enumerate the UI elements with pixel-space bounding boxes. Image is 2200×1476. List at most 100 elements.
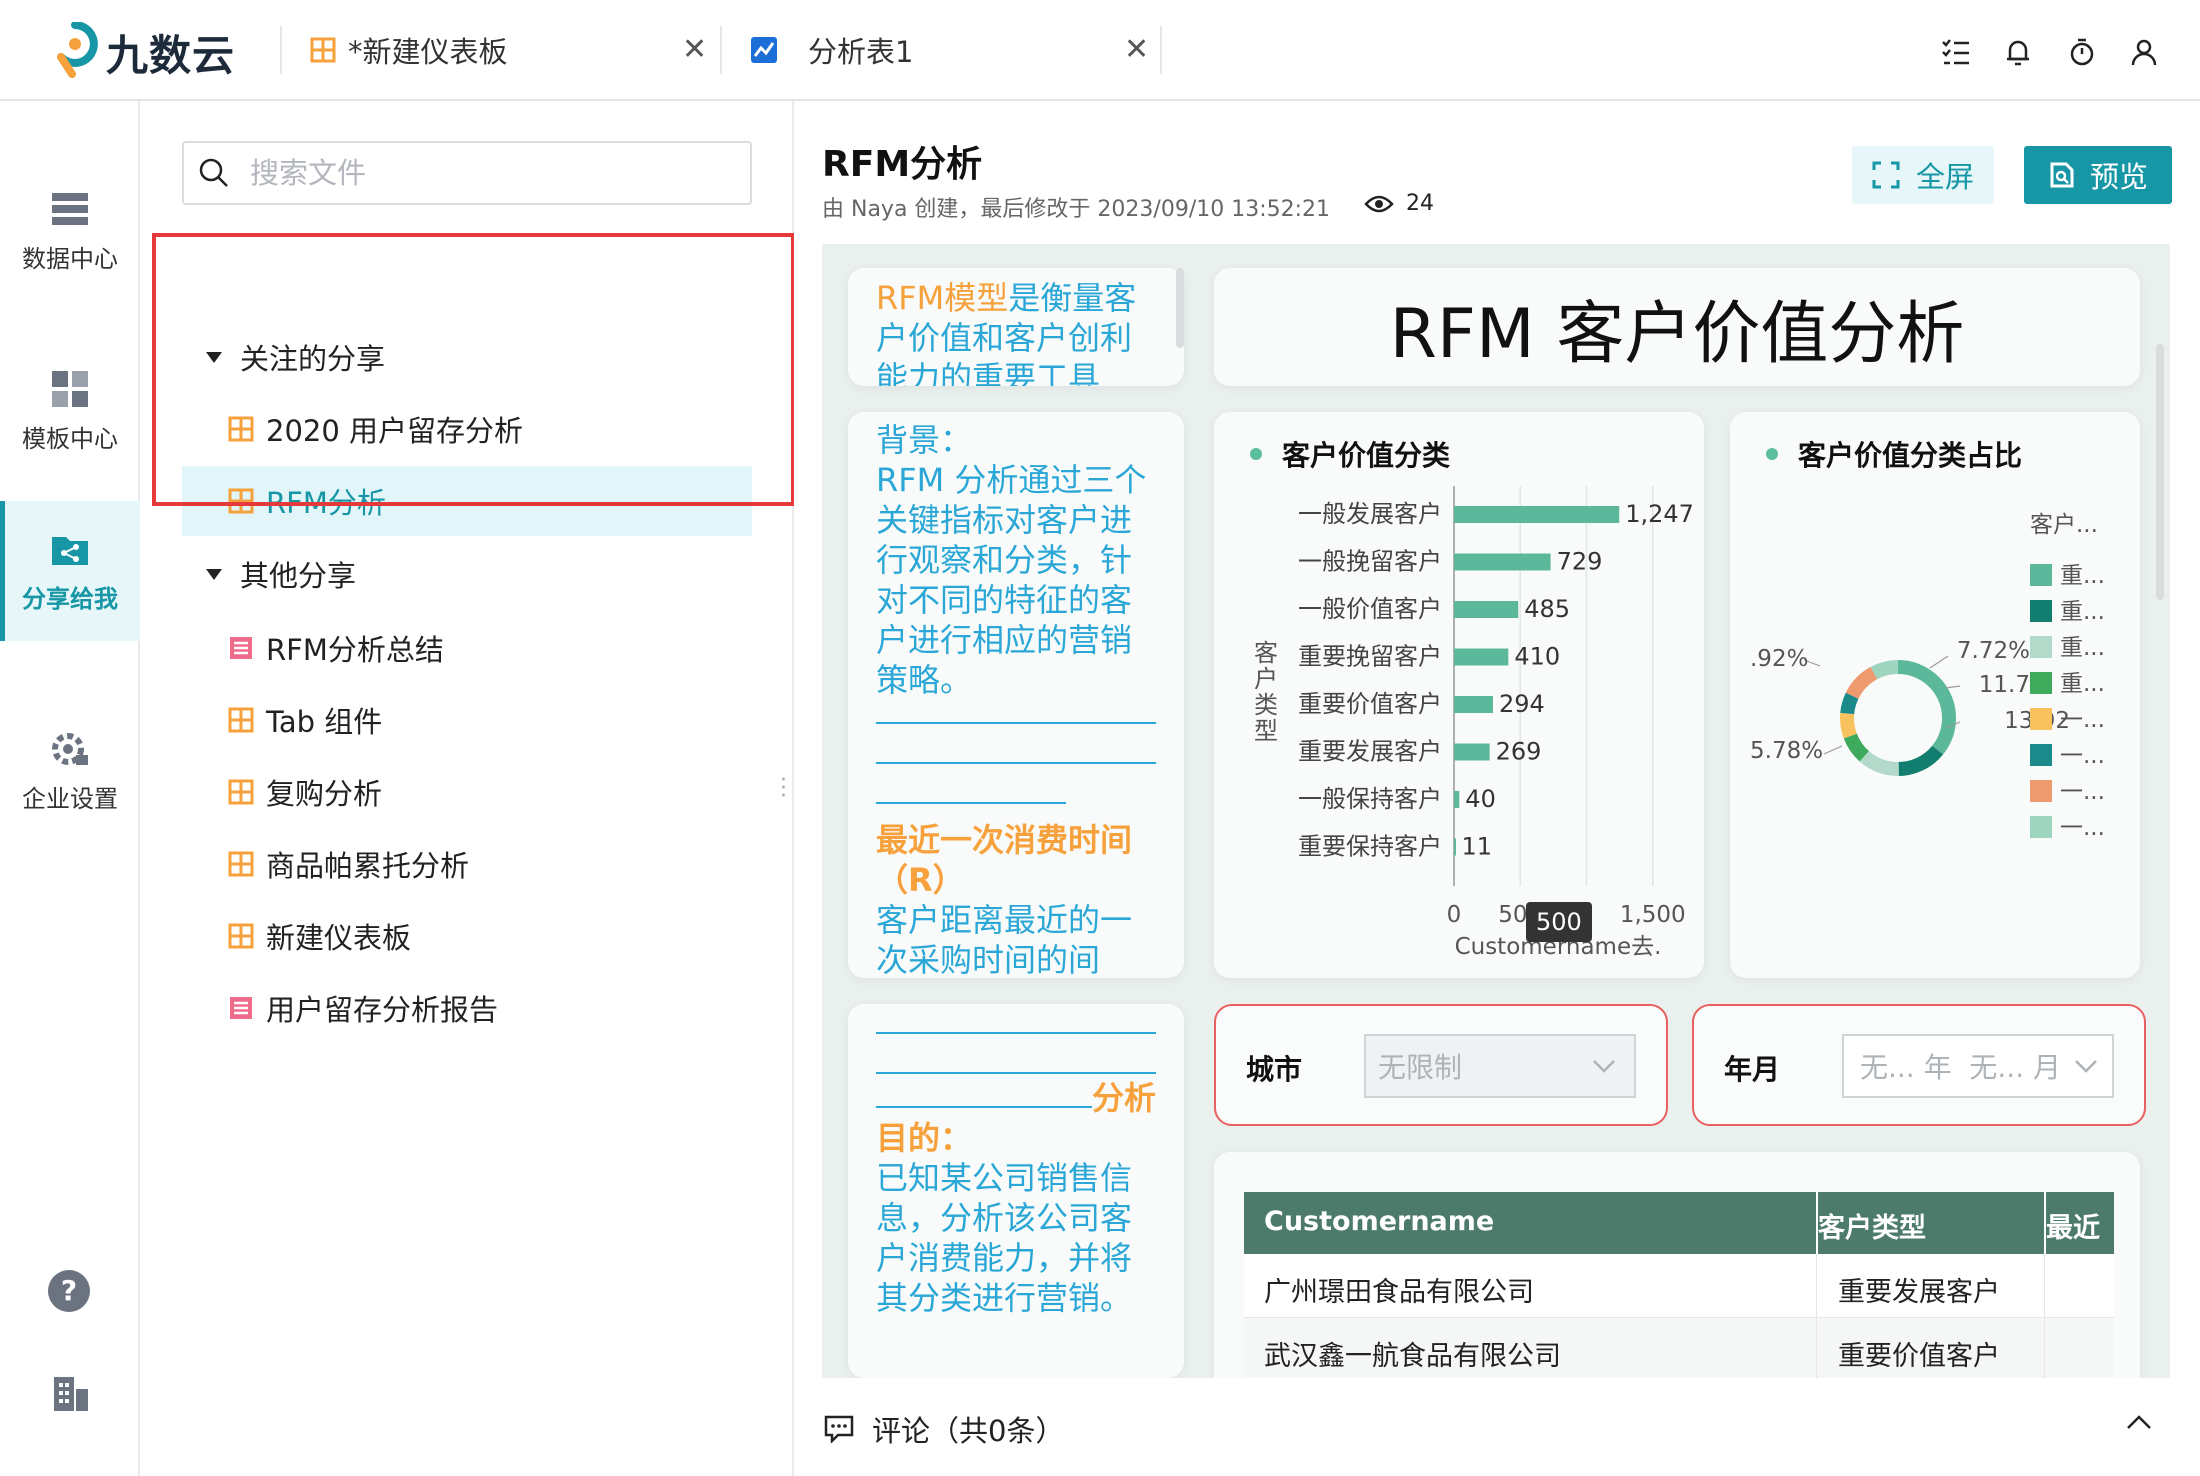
tab-analysis-sheet[interactable]: 分析表1 xyxy=(750,0,1130,100)
bar-value-label: 11 xyxy=(1461,833,1492,861)
preview-button[interactable]: 预览 xyxy=(2024,146,2172,204)
bar-category-label: 重要挽留客户 xyxy=(1298,643,1442,671)
legend-swatch[interactable] xyxy=(2030,564,2052,586)
fullscreen-label: 全屏 xyxy=(1915,160,1974,194)
user-icon[interactable] xyxy=(2122,30,2166,74)
tree-group-other[interactable]: 其他分享 xyxy=(182,536,752,612)
bar[interactable] xyxy=(1454,601,1519,618)
scrollbar-thumb[interactable] xyxy=(2156,344,2164,600)
legend-swatch[interactable] xyxy=(2030,816,2052,838)
pie-chart-svg: .92%7.72%11.713.925.78%客户...重...重...重...… xyxy=(1750,512,2105,841)
fullscreen-button[interactable]: 全屏 xyxy=(1852,146,1994,204)
company-building-icon[interactable] xyxy=(50,1373,90,1413)
bar-value-label: 1,247 xyxy=(1625,500,1694,528)
nav-data-center[interactable]: 数据中心 xyxy=(0,161,140,301)
tab-divider xyxy=(720,26,722,74)
bar-value-label: 485 xyxy=(1524,595,1570,623)
table-header-cell[interactable]: 最近 xyxy=(2046,1206,2100,1245)
pie-slice-label: .92% xyxy=(1750,646,1808,672)
table-cell: 广州璟田食品有限公司 xyxy=(1264,1277,1534,1308)
city-filter-card: 城市 无限制 xyxy=(1214,1004,1668,1126)
dashboard-icon xyxy=(228,779,254,805)
x-tick-label: 0 xyxy=(1447,902,1462,928)
month-filter-value: 无... 年 无... 月 xyxy=(1860,1051,2062,1084)
tree-item[interactable]: 复购分析 xyxy=(182,756,752,828)
pie-slice-label: 5.78% xyxy=(1750,738,1823,764)
month-filter-select[interactable]: 无... 年 无... 月 xyxy=(1842,1034,2114,1098)
close-tab-icon[interactable]: ✕ xyxy=(682,32,707,67)
bar[interactable] xyxy=(1454,648,1509,666)
timer-icon[interactable] xyxy=(2060,30,2104,74)
search-input[interactable] xyxy=(250,156,700,190)
pie-label-leader xyxy=(1929,655,1949,669)
tab-new-dashboard[interactable]: *新建仪表板 xyxy=(310,0,710,100)
settings-gear-icon xyxy=(52,732,88,765)
background-text-card: 背景： RFM 分析通过三个关键指标对客户进行观察和分类，针对不同的特征的客户进… xyxy=(848,412,1184,978)
bar[interactable] xyxy=(1454,696,1493,713)
comment-icon xyxy=(824,1415,854,1443)
page-meta: 由 Naya 创建，最后修改于 2023/09/10 13:52:21 xyxy=(822,197,1331,222)
month-filter-card: 年月 无... 年 无... 月 xyxy=(1692,1004,2146,1126)
bar[interactable] xyxy=(1454,553,1551,571)
tab-label: *新建仪表板 xyxy=(348,35,508,69)
bar-category-label: 一般价值客户 xyxy=(1298,595,1442,623)
nav-shared-with-me[interactable]: 分享给我 xyxy=(0,501,140,641)
tree-item-label: RFM分析总结 xyxy=(266,633,444,667)
bar[interactable] xyxy=(1454,743,1490,761)
nav-template-center[interactable]: 模板中心 xyxy=(0,341,140,481)
top-bar: 九数云 *新建仪表板 ✕ 分析表1 ✕ xyxy=(0,0,2200,101)
pie-slice-label: 11.7 xyxy=(1979,672,2030,698)
comment-bar[interactable]: 评论（共0条） xyxy=(794,1378,2200,1476)
eye-icon xyxy=(1364,195,1394,212)
table-header-cell[interactable]: Customername xyxy=(1264,1206,1494,1237)
legend-swatch[interactable] xyxy=(2030,744,2052,766)
pie-legend-title: 客户... xyxy=(2030,512,2098,538)
svg-text:?: ? xyxy=(61,1274,77,1307)
legend-swatch[interactable] xyxy=(2030,636,2052,658)
bar-chart-card: 客户价值分类 客户类型 一般发展客户 1,247 一般挽留客户 729 一般价值客户 48… xyxy=(1214,412,1704,978)
caret-down-icon xyxy=(206,568,222,580)
table-row[interactable]: 广州璟田食品有限公司 重要发展客户 xyxy=(1244,1254,2114,1318)
tree-item[interactable]: 新建仪表板 xyxy=(182,900,752,972)
legend-swatch[interactable] xyxy=(2030,600,2052,622)
close-tab-icon[interactable]: ✕ xyxy=(1124,32,1149,67)
legend-swatch[interactable] xyxy=(2030,672,2052,694)
nav-label: 分享给我 xyxy=(22,584,118,613)
nav-enterprise-settings[interactable]: 企业设置 xyxy=(0,701,140,841)
panel-resize-handle[interactable]: · · · xyxy=(780,770,787,808)
dashboard-icon xyxy=(310,37,336,63)
legend-swatch[interactable] xyxy=(2030,708,2052,730)
chevron-up-icon[interactable] xyxy=(2126,1414,2152,1430)
help-icon[interactable]: ? xyxy=(47,1269,91,1313)
pie-label-leader xyxy=(1945,685,1961,689)
highlight-annotation-box xyxy=(152,233,795,506)
tab-divider xyxy=(1160,26,1162,74)
legend-swatch[interactable] xyxy=(2030,780,2052,802)
bar[interactable] xyxy=(1454,838,1456,856)
city-filter-value: 无限制 xyxy=(1378,1051,1463,1084)
tree-item[interactable]: RFM分析总结 xyxy=(182,612,752,684)
table-row[interactable]: 武汉鑫一航食品有限公司 重要价值客户 xyxy=(1244,1318,2114,1378)
bar-value-label: 294 xyxy=(1499,690,1545,718)
tree-item[interactable]: Tab 组件 xyxy=(182,684,752,756)
dashboard-icon xyxy=(228,851,254,877)
legend-label: 一... xyxy=(2060,707,2105,733)
city-filter-select[interactable]: 无限制 xyxy=(1364,1034,1636,1098)
comment-toggle[interactable]: 评论（共0条） xyxy=(824,1408,1064,1450)
tree-item[interactable]: 用户留存分析报告 xyxy=(182,972,752,1044)
bar[interactable] xyxy=(1454,506,1620,523)
title-card: RFM 客户价值分析 xyxy=(1214,268,2140,386)
task-list-icon[interactable] xyxy=(1934,30,1978,74)
legend-label: 一... xyxy=(2060,815,2105,841)
tree-item[interactable]: 商品帕累托分析 xyxy=(182,828,752,900)
report-icon xyxy=(230,997,252,1019)
dashboard-icon xyxy=(228,707,254,733)
bell-icon[interactable] xyxy=(1996,30,2040,74)
share-folder-icon xyxy=(52,536,88,565)
report-icon xyxy=(230,637,252,659)
table-header-cell[interactable]: 客户类型 xyxy=(1818,1206,1926,1245)
scrollbar-thumb[interactable] xyxy=(1176,268,1184,348)
bar[interactable] xyxy=(1454,791,1460,808)
purpose-text-card: 分析 目的： 已知某公司销售信息，分析该公司客户消费能力，并将其分类进行营销。 xyxy=(848,1004,1184,1378)
search-box[interactable] xyxy=(182,141,752,205)
